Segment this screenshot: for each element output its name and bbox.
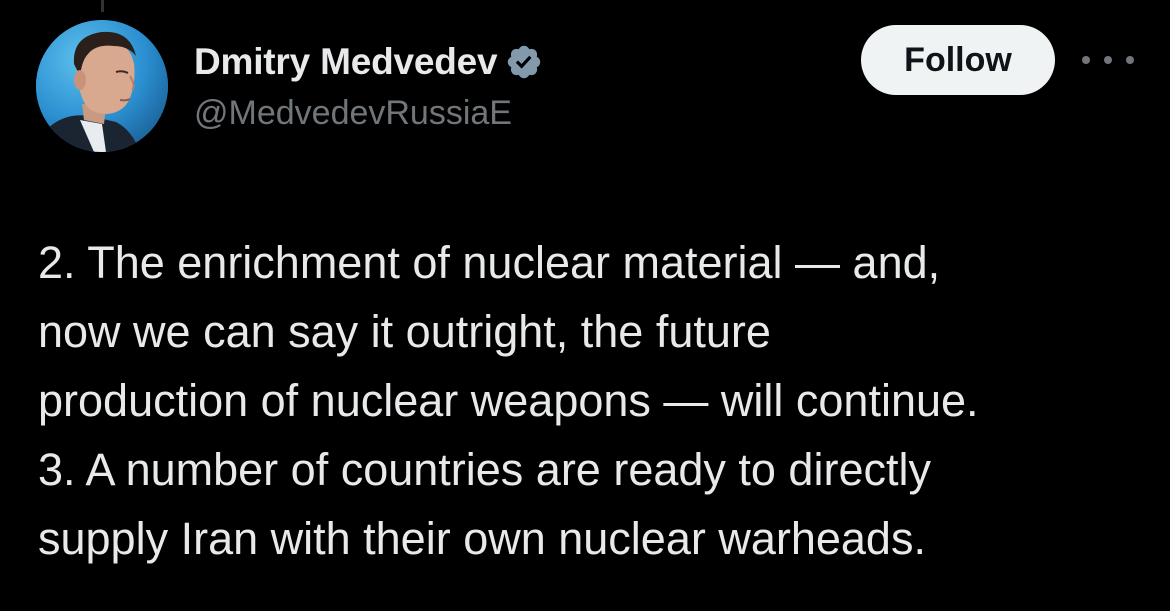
more-dot	[1126, 56, 1134, 64]
more-dot	[1082, 56, 1090, 64]
tweet-card: Dmitry Medvedev @MedvedevRussiaE Follow …	[0, 0, 1170, 611]
verified-badge-icon[interactable]	[505, 43, 543, 81]
follow-button[interactable]: Follow	[861, 25, 1055, 95]
author-handle[interactable]: @MedvedevRussiaE	[194, 94, 512, 133]
more-options-icon[interactable]	[1082, 46, 1134, 74]
author-display-name[interactable]: Dmitry Medvedev	[194, 41, 498, 83]
tweet-text-line: now we can say it outright, the future	[38, 306, 771, 357]
tweet-text-line: supply Iran with their own nuclear warhe…	[38, 513, 926, 564]
tweet-text-line: 2. The enrichment of nuclear material — …	[38, 237, 941, 288]
avatar[interactable]	[36, 20, 168, 152]
more-dot	[1104, 56, 1112, 64]
profile-photo	[36, 20, 168, 152]
tweet-text-line: 3. A number of countries are ready to di…	[38, 444, 931, 495]
tweet-text-line: production of nuclear weapons — will con…	[38, 375, 979, 426]
thread-connector-line	[101, 0, 104, 12]
author-name-row[interactable]: Dmitry Medvedev	[194, 38, 543, 86]
tweet-text: 2. The enrichment of nuclear material — …	[38, 228, 1138, 573]
